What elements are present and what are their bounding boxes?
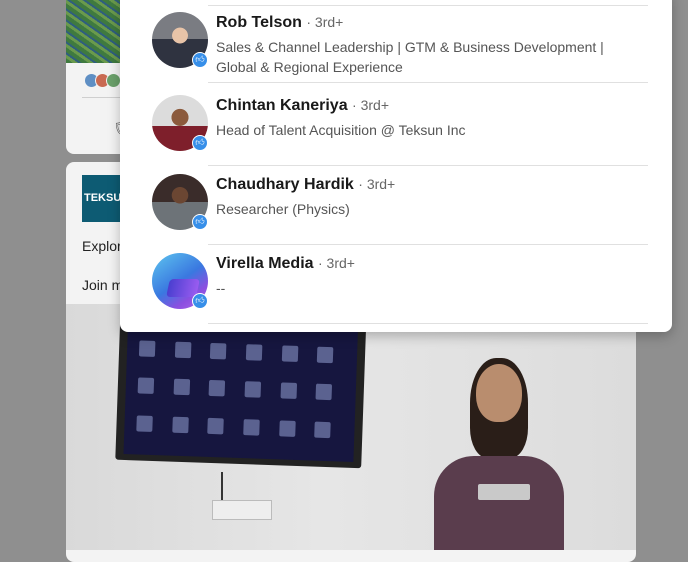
reactor-name-line[interactable]: Rob Telson · 3rd+ [216,14,343,32]
reactor-name-line[interactable]: Chintan Kaneriya · 3rd+ [216,97,389,115]
connection-degree: · 3rd+ [352,97,390,113]
like-icon: 👍︎ [192,52,208,68]
reactor-headline: Head of Talent Acquisition @ Teksun Inc [216,122,466,138]
presenter-figure [428,358,568,550]
reactor-name[interactable]: Chintan Kaneriya [216,97,348,114]
like-icon: 👍︎ [192,135,208,151]
connection-degree: · 3rd+ [306,14,344,30]
divider [208,82,648,83]
divider [82,97,122,98]
company-logo: TEKSUN [82,175,122,222]
celebrate-reaction-icon [106,73,121,88]
reaction-icons [84,73,121,88]
reactions-modal: 👍︎ Rob Telson · 3rd+ Sales & Channel Lea… [120,0,672,332]
like-icon: 👍︎ [192,214,208,230]
post-image-thumbnail [66,0,126,63]
reactor-name-line[interactable]: Chaudhary Hardik · 3rd+ [216,176,395,194]
post-text: Join m [82,277,124,293]
connection-degree: · 3rd+ [317,255,355,271]
reactor-name-line[interactable]: Virella Media · 3rd+ [216,255,355,273]
reactor-headline: Researcher (Physics) [216,201,350,217]
reactor-row[interactable]: 👍︎ Virella Media · 3rd+ -- [120,245,672,324]
reactor-name[interactable]: Rob Telson [216,14,302,31]
power-outlet [212,500,272,520]
reactor-name[interactable]: Chaudhary Hardik [216,176,354,193]
divider [208,323,648,324]
reactor-row[interactable]: 👍︎ Chaudhary Hardik · 3rd+ Researcher (P… [120,166,672,245]
reactor-headline: Sales & Channel Leadership | GTM & Busin… [216,39,604,75]
reactor-row[interactable]: 👍︎ Rob Telson · 3rd+ Sales & Channel Lea… [120,4,672,83]
reactor-name[interactable]: Virella Media [216,255,314,272]
reactor-headline: -- [216,280,226,296]
connection-degree: · 3rd+ [358,176,396,192]
post-text: Explor [82,238,122,254]
like-icon: 👍︎ [192,293,208,309]
post-photo [66,304,636,550]
reactor-row[interactable]: 👍︎ Chintan Kaneriya · 3rd+ Head of Talen… [120,87,672,166]
